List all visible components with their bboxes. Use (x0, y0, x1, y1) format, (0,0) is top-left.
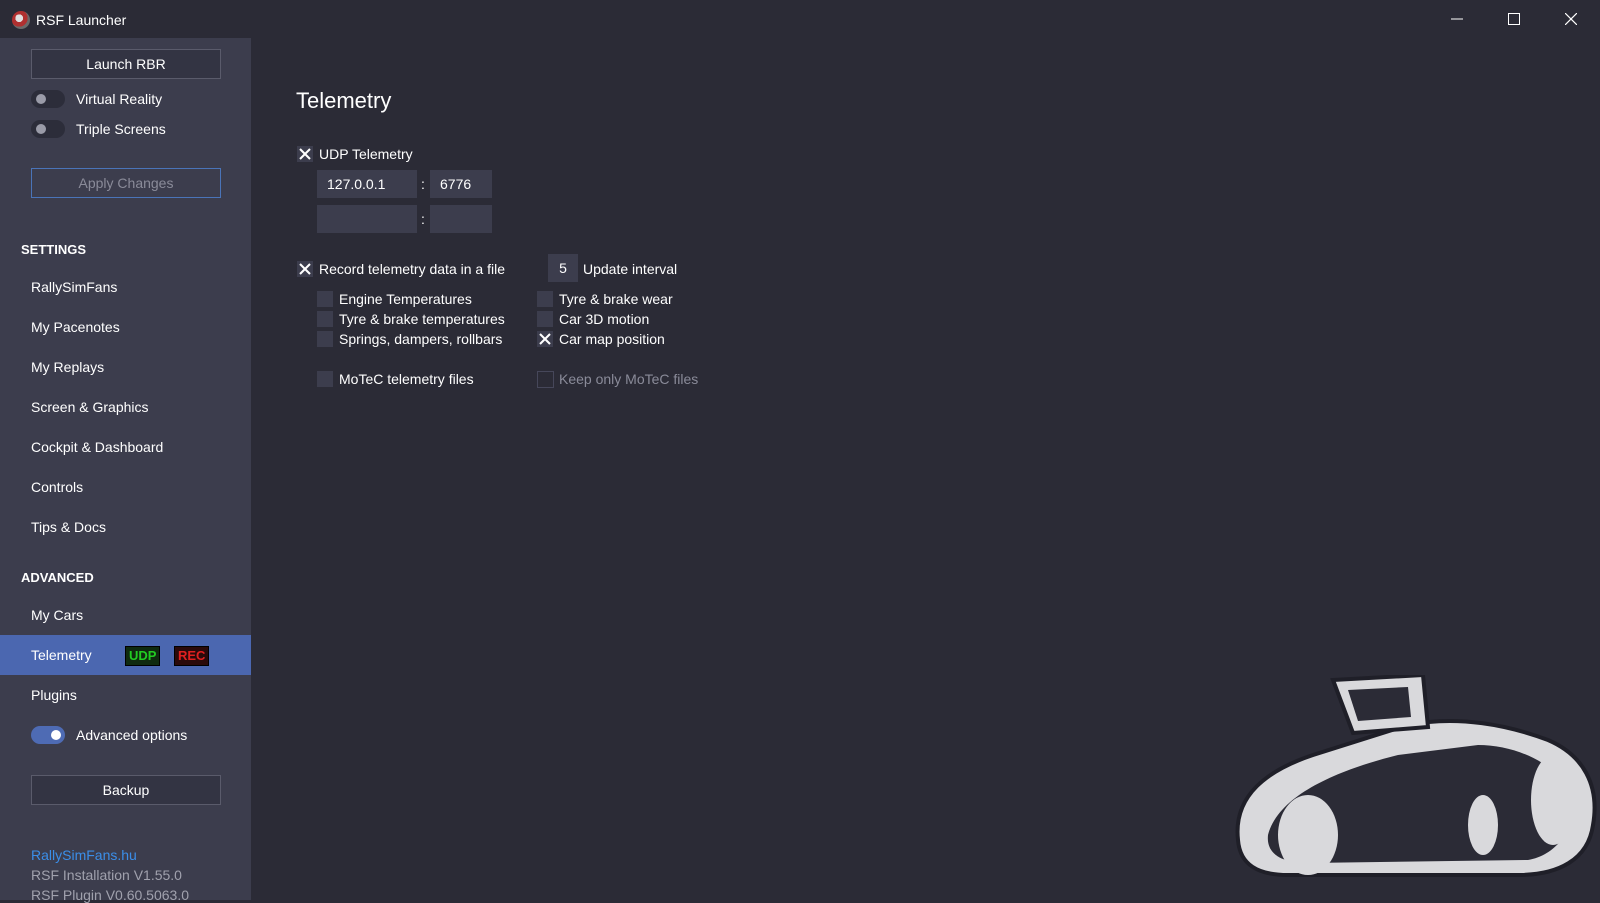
udp-telemetry-label: UDP Telemetry (319, 146, 413, 162)
maximize-icon (1508, 13, 1520, 25)
udp-port-1-input[interactable]: 6776 (430, 170, 492, 198)
app-logo-icon (12, 11, 30, 29)
sidebar-item-my-replays[interactable]: My Replays (0, 347, 251, 387)
sidebar-item-controls[interactable]: Controls (0, 467, 251, 507)
title-bar: RSF Launcher (0, 0, 1600, 38)
keep-only-motec-checkbox[interactable] (537, 371, 554, 388)
rsf-plugin-version: RSF Plugin V0.60.5063.0 (31, 887, 189, 903)
triple-screens-label: Triple Screens (76, 121, 166, 137)
rallysimfans-link[interactable]: RallySimFans.hu (31, 847, 137, 863)
sidebar-item-label: Tips & Docs (31, 519, 106, 535)
car-map-position-label: Car map position (559, 331, 665, 347)
check-x-icon (539, 333, 551, 345)
motec-telemetry-checkbox[interactable] (317, 371, 333, 387)
close-button[interactable] (1544, 0, 1600, 38)
settings-header: SETTINGS (21, 242, 87, 257)
sidebar-item-label: My Pacenotes (31, 319, 120, 335)
sidebar-item-cockpit-dashboard[interactable]: Cockpit & Dashboard (0, 427, 251, 467)
sidebar-item-rallysimfans[interactable]: RallySimFans (0, 267, 251, 307)
sidebar-item-label: My Cars (31, 607, 84, 623)
car-map-position-checkbox[interactable] (537, 331, 553, 347)
check-x-icon (299, 263, 311, 275)
sidebar-item-telemetry[interactable]: Telemetry UDP REC (0, 635, 251, 675)
record-telemetry-checkbox[interactable] (297, 261, 313, 277)
virtual-reality-label: Virtual Reality (76, 91, 163, 107)
sidebar-item-tips-docs[interactable]: Tips & Docs (0, 507, 251, 547)
motec-telemetry-label: MoTeC telemetry files (339, 371, 474, 387)
engine-temperatures-label: Engine Temperatures (339, 291, 472, 307)
springs-dampers-rollbars-checkbox[interactable] (317, 331, 333, 347)
close-icon (1565, 13, 1577, 25)
springs-dampers-rollbars-label: Springs, dampers, rollbars (339, 331, 503, 347)
advanced-header: ADVANCED (21, 570, 94, 585)
sidebar-item-my-cars[interactable]: My Cars (0, 595, 251, 635)
tyre-brake-wear-label: Tyre & brake wear (559, 291, 673, 307)
record-telemetry-label: Record telemetry data in a file (319, 261, 505, 277)
backup-button[interactable]: Backup (31, 775, 221, 805)
car-3d-motion-label: Car 3D motion (559, 311, 650, 327)
car-silhouette-watermark (1235, 675, 1597, 877)
tyre-brake-temperatures-checkbox[interactable] (317, 311, 333, 327)
tyre-brake-temperatures-label: Tyre & brake temperatures (339, 311, 505, 327)
update-interval-input[interactable]: 5 (548, 254, 578, 282)
maximize-button[interactable] (1487, 0, 1543, 38)
sidebar-item-label: Controls (31, 479, 84, 495)
engine-temperatures-checkbox[interactable] (317, 291, 333, 307)
sidebar-item-my-pacenotes[interactable]: My Pacenotes (0, 307, 251, 347)
rec-status-badge: REC (174, 646, 210, 666)
udp-telemetry-checkbox[interactable] (297, 146, 313, 162)
sidebar: Launch RBR Virtual Reality Triple Screen… (0, 38, 251, 903)
sidebar-item-label: Plugins (31, 687, 77, 703)
udp-host-1-input[interactable]: 127.0.0.1 (317, 170, 417, 198)
udp-port-2-input[interactable] (430, 205, 492, 233)
sidebar-item-label: Cockpit & Dashboard (31, 439, 164, 455)
sidebar-item-label: Screen & Graphics (31, 399, 149, 415)
sidebar-item-label: RallySimFans (31, 279, 118, 295)
window-title: RSF Launcher (36, 12, 127, 28)
update-interval-label: Update interval (583, 261, 678, 277)
virtual-reality-toggle[interactable] (31, 90, 65, 108)
car-3d-motion-checkbox[interactable] (537, 311, 553, 327)
advanced-options-label: Advanced options (76, 727, 188, 743)
launch-rbr-button[interactable]: Launch RBR (31, 49, 221, 79)
host-port-separator: : (421, 211, 425, 227)
sidebar-item-screen-graphics[interactable]: Screen & Graphics (0, 387, 251, 427)
minimize-button[interactable] (1430, 0, 1486, 38)
page-title: Telemetry (296, 88, 392, 113)
apply-changes-button[interactable]: Apply Changes (31, 168, 221, 198)
keep-only-motec-label: Keep only MoTeC files (559, 371, 699, 387)
tyre-brake-wear-checkbox[interactable] (537, 291, 553, 307)
host-port-separator: : (421, 176, 425, 192)
rsf-installation-version: RSF Installation V1.55.0 (31, 867, 182, 883)
sidebar-item-label: My Replays (31, 359, 105, 375)
triple-screens-toggle[interactable] (31, 120, 65, 138)
udp-host-2-input[interactable] (317, 205, 417, 233)
minimize-icon (1451, 18, 1463, 20)
sidebar-item-label: Telemetry (31, 647, 92, 663)
advanced-options-toggle[interactable] (31, 726, 65, 744)
sidebar-item-plugins[interactable]: Plugins (0, 675, 251, 715)
udp-status-badge: UDP (125, 646, 161, 666)
check-x-icon (299, 148, 311, 160)
